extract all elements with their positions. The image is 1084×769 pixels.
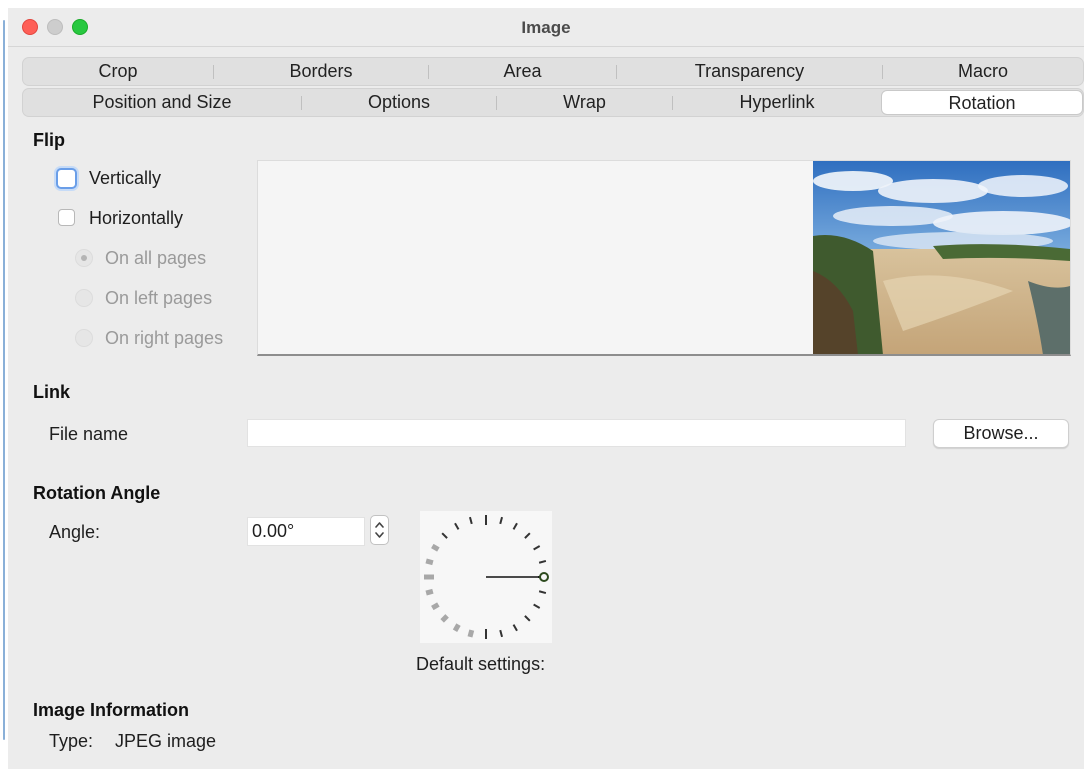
on-right-pages-label: On right pages xyxy=(105,328,224,348)
dial-graphic xyxy=(424,515,549,639)
window-edge xyxy=(0,0,8,769)
type-value: JPEG image xyxy=(115,731,217,751)
link-heading: Link xyxy=(33,382,71,402)
image-dialog: Image Crop Borders Area Transparency Mac… xyxy=(8,8,1084,769)
dial-tick xyxy=(524,615,531,622)
dial-tick xyxy=(533,603,541,609)
tab-row-2: Position and Size Options Wrap Hyperlink… xyxy=(22,88,1084,117)
radio-on-left-pages[interactable] xyxy=(75,289,93,307)
tab-hyperlink[interactable]: Hyperlink xyxy=(673,89,881,116)
dial-tick xyxy=(533,545,541,551)
vertically-label[interactable]: Vertically xyxy=(89,168,161,189)
dial-tick xyxy=(440,614,449,623)
dial-tick xyxy=(499,629,504,638)
tab-transparency[interactable]: Transparency xyxy=(617,58,882,85)
horizontally-checkbox[interactable] xyxy=(58,209,75,226)
dial-tick xyxy=(425,558,434,566)
tab-rotation[interactable]: Rotation xyxy=(881,90,1083,115)
dial-tick xyxy=(512,522,518,530)
on-left-pages-label: On left pages xyxy=(105,288,213,308)
type-label: Type: xyxy=(49,731,94,751)
dial-tick xyxy=(524,532,531,539)
tab-options[interactable]: Options xyxy=(302,89,496,116)
tab-area[interactable]: Area xyxy=(429,58,616,85)
browse-button[interactable]: Browse... xyxy=(933,419,1069,448)
default-settings-label: Default settings: xyxy=(416,654,546,674)
tab-row-1: Crop Borders Area Transparency Macro xyxy=(22,57,1084,86)
dial-handle[interactable] xyxy=(539,572,549,582)
dial-tick xyxy=(452,623,461,632)
vertically-checkbox[interactable] xyxy=(56,168,77,189)
rotation-dial[interactable] xyxy=(420,511,552,643)
dial-tick xyxy=(431,602,440,611)
tab-crop[interactable]: Crop xyxy=(23,58,213,85)
preview-photo xyxy=(813,161,1070,354)
dial-tick xyxy=(538,590,547,595)
tab-borders[interactable]: Borders xyxy=(214,58,428,85)
dial-tick xyxy=(441,532,448,539)
angle-label: Angle: xyxy=(49,522,101,542)
radio-on-all-pages[interactable] xyxy=(75,249,93,267)
radio-on-right-pages[interactable] xyxy=(75,329,93,347)
dial-tick xyxy=(431,543,440,552)
dial-tick xyxy=(538,559,547,564)
dial-tick xyxy=(512,624,518,632)
dial-tick xyxy=(425,588,434,596)
title-bar: Image xyxy=(8,8,1084,47)
on-all-pages-label: On all pages xyxy=(105,248,207,268)
image-information-heading: Image Information xyxy=(33,700,190,720)
flip-heading: Flip xyxy=(33,130,65,150)
rotation-angle-heading: Rotation Angle xyxy=(33,483,161,503)
dial-tick xyxy=(467,629,475,638)
angle-stepper[interactable] xyxy=(370,515,389,545)
window-title: Image xyxy=(521,18,571,37)
image-preview xyxy=(257,160,1071,356)
dial-tick xyxy=(454,522,460,530)
dial-tick xyxy=(468,516,473,525)
radio-dot xyxy=(81,255,87,261)
dial-tick xyxy=(499,516,504,525)
angle-field[interactable]: 0.00° xyxy=(247,517,365,546)
tab-position-and-size[interactable]: Position and Size xyxy=(23,89,301,116)
tab-macro[interactable]: Macro xyxy=(883,58,1083,85)
file-name-label: File name xyxy=(49,424,129,444)
stepper-arrows-icon xyxy=(375,522,384,538)
focus-edge-line xyxy=(3,20,5,740)
horizontally-label[interactable]: Horizontally xyxy=(89,208,183,229)
file-name-input[interactable] xyxy=(247,419,906,447)
tab-wrap[interactable]: Wrap xyxy=(497,89,672,116)
